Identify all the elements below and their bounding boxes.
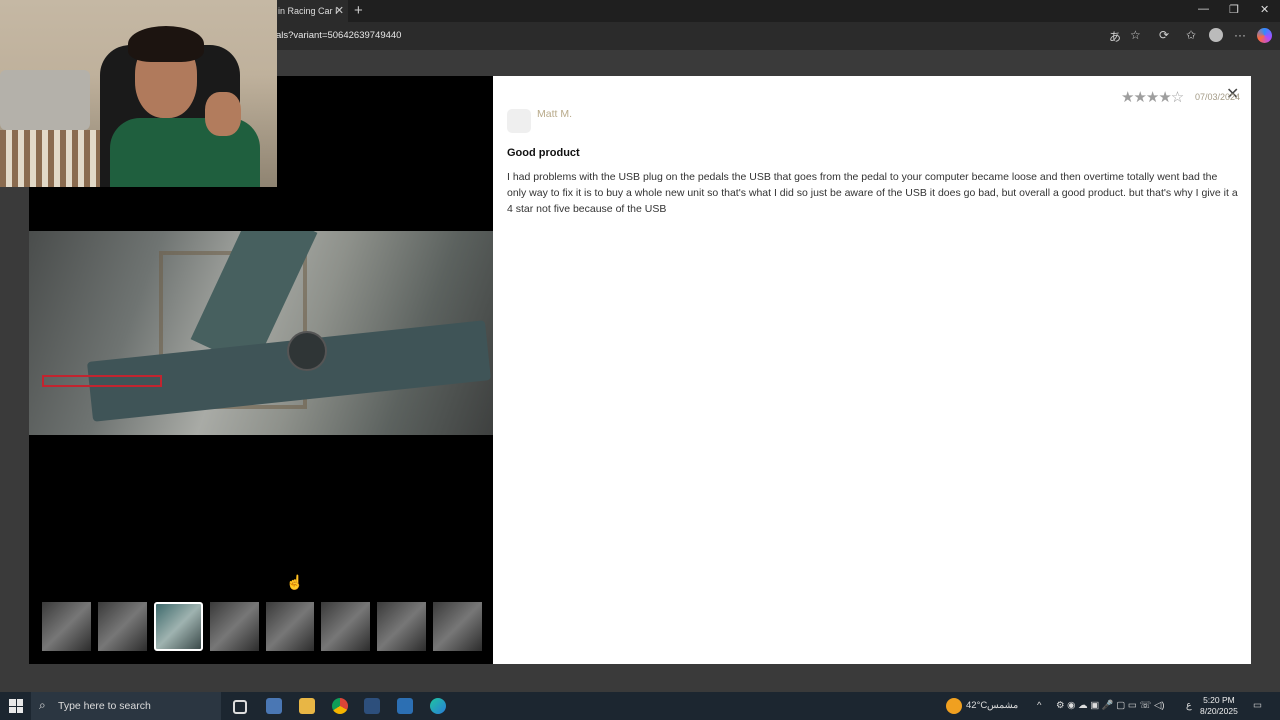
chrome-icon[interactable] <box>332 698 348 714</box>
tray-icons[interactable]: ⚙ ◉ ☁ ▣ 🎤 ▢ ▭ ☏ ◁) <box>1056 700 1165 711</box>
thumbnail-selected[interactable] <box>153 602 203 651</box>
clock-date: 8/20/2025 <box>1200 706 1238 716</box>
review-author: Matt M. <box>537 108 573 120</box>
restore-button[interactable]: ❐ <box>1229 3 1239 16</box>
thumbnail[interactable] <box>321 602 371 651</box>
weather-temp: 42°C <box>966 700 988 711</box>
search-placeholder: Type here to search <box>58 700 151 712</box>
review-panel: ✕ ★★★★☆ 07/03/2024 Matt M. Good product … <box>493 76 1251 664</box>
couch <box>0 70 90 130</box>
weather-icon <box>946 698 962 714</box>
more-icon[interactable]: ··· <box>1234 28 1246 42</box>
copilot-icon[interactable] <box>1257 28 1272 43</box>
thumbnail[interactable] <box>209 602 259 651</box>
app-icon[interactable] <box>364 698 380 714</box>
thumbnail[interactable] <box>42 602 91 651</box>
browser-tab[interactable]: in Racing Car I ✕ <box>272 0 348 22</box>
review-body: I had problems with the USB plug on the … <box>507 171 1238 215</box>
webcam-overlay <box>0 0 277 187</box>
calculator-icon[interactable] <box>266 698 282 714</box>
chevron-up-icon[interactable]: ^ <box>1037 700 1041 711</box>
clock[interactable]: 5:20 PM 8/20/2025 <box>1200 695 1238 717</box>
review-date: 07/03/2024 <box>1195 92 1241 102</box>
avatar <box>507 109 531 133</box>
clock-time: 5:20 PM <box>1203 695 1235 705</box>
url-field[interactable]: als?variant=50642639749440 <box>276 30 401 41</box>
language-indicator[interactable]: ع <box>1186 700 1192 711</box>
pedal-knob <box>287 331 327 371</box>
review-photo <box>29 231 493 435</box>
thumbnail[interactable] <box>377 602 427 651</box>
tab-close-icon[interactable]: ✕ <box>335 4 344 17</box>
tab-title: in Racing Car I <box>278 6 338 16</box>
taskbar-search[interactable]: ⌕ Type here to search <box>31 692 221 720</box>
translate-icon[interactable]: あ <box>1109 28 1121 45</box>
thumbnail-strip <box>42 602 483 652</box>
thumbnail[interactable] <box>265 602 315 651</box>
person-hair <box>128 26 204 62</box>
taskbar: ⌕ Type here to search 42°C مشمس ^ ⚙ ◉ ☁ … <box>0 692 1280 720</box>
task-view-icon[interactable] <box>233 700 247 714</box>
thumbnail[interactable] <box>433 602 483 651</box>
windows-start-icon[interactable] <box>9 699 23 713</box>
weather-desc: مشمس <box>987 700 1019 711</box>
extensions-icon[interactable]: ⟳ <box>1159 28 1169 42</box>
thumbnail[interactable] <box>97 602 147 651</box>
hand-cursor-icon: ☝ <box>286 574 304 590</box>
profile-icon[interactable] <box>1209 28 1223 42</box>
close-window-button[interactable]: ✕ <box>1260 3 1269 16</box>
search-icon: ⌕ <box>39 698 46 712</box>
edge-icon[interactable] <box>430 698 446 714</box>
collections-icon[interactable]: ✩ <box>1186 28 1196 42</box>
minimize-button[interactable]: — <box>1198 3 1209 15</box>
review-title: Good product <box>507 147 580 159</box>
usb-highlight-box <box>42 375 162 387</box>
favorite-star-icon[interactable]: ☆ <box>1130 28 1141 42</box>
new-tab-button[interactable]: + <box>354 2 363 19</box>
person-hand <box>205 92 241 136</box>
notifications-icon[interactable]: ▭ <box>1253 700 1262 711</box>
app-icon[interactable] <box>397 698 413 714</box>
file-explorer-icon[interactable] <box>299 698 315 714</box>
star-rating: ★★★★☆ <box>1121 89 1184 106</box>
